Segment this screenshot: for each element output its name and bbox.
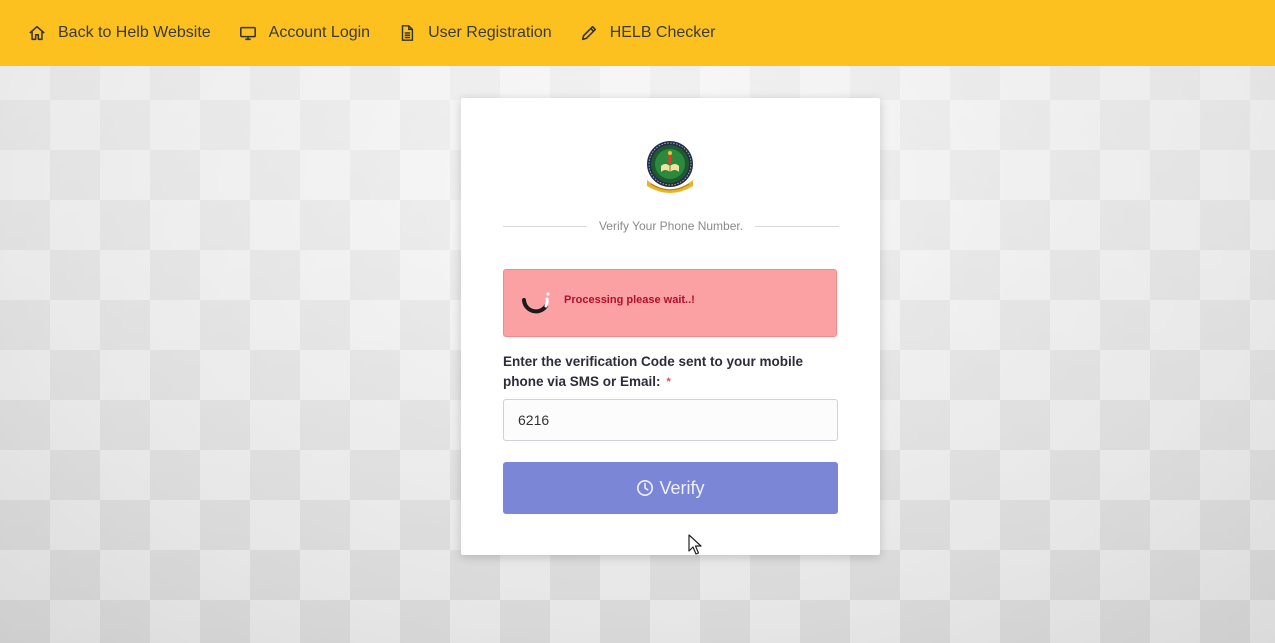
processing-alert: Processing please wait..! xyxy=(503,269,837,337)
verification-code-input[interactable] xyxy=(503,399,838,441)
verification-card: Verify Your Phone Number. Processing ple… xyxy=(461,98,880,555)
pencil-icon xyxy=(581,25,596,41)
home-icon xyxy=(29,25,45,41)
field-label-text: Enter the verification Code sent to your… xyxy=(503,354,804,389)
nav-helb-checker[interactable]: HELB Checker xyxy=(580,24,716,42)
section-title: Verify Your Phone Number. xyxy=(598,219,744,233)
nav-item-label: Account Login xyxy=(268,24,371,41)
verification-code-label: Enter the verification Code sent to your… xyxy=(503,352,843,392)
nav-back-to-helb-website[interactable]: Back to Helb Website xyxy=(28,24,211,42)
document-icon xyxy=(401,25,414,41)
nav-account-login[interactable]: Account Login xyxy=(239,24,370,42)
spinner-icon xyxy=(522,292,550,314)
helb-seal-icon xyxy=(647,141,693,193)
verify-button-label: Verify xyxy=(659,477,705,498)
divider-line-right xyxy=(755,225,839,227)
alert-message: Processing please wait..! xyxy=(564,294,695,306)
top-nav-bar: Back to Helb Website Account Login User … xyxy=(0,0,1275,66)
verify-button[interactable]: Verify xyxy=(503,462,838,514)
divider-line-left xyxy=(503,225,587,227)
nav-item-label: HELB Checker xyxy=(609,24,716,41)
nav-user-registration[interactable]: User Registration xyxy=(398,24,552,42)
monitor-icon xyxy=(239,26,256,41)
section-divider: Verify Your Phone Number. xyxy=(503,218,839,234)
nav-item-label: User Registration xyxy=(428,24,552,41)
required-marker: * xyxy=(666,376,671,388)
mouse-cursor-icon xyxy=(688,534,702,555)
clock-icon xyxy=(637,479,654,497)
nav-item-label: Back to Helb Website xyxy=(58,24,211,41)
